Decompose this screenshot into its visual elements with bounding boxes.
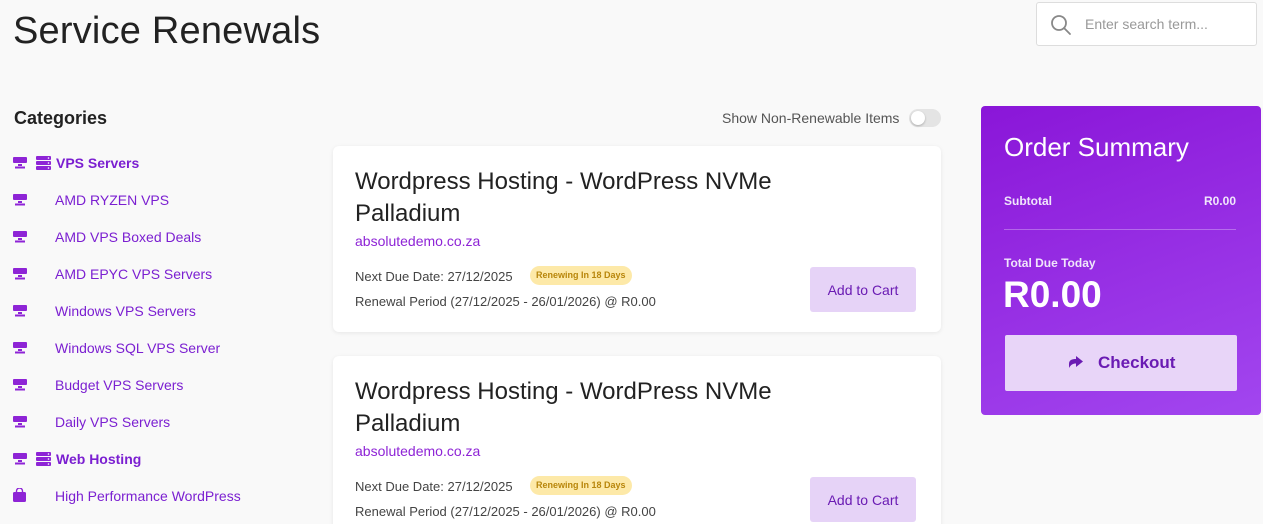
renewal-period: Renewal Period (27/12/2025 - 26/01/2026)… (355, 294, 656, 309)
show-non-renewable-toggle[interactable] (909, 109, 941, 127)
category-amd-epyc-vps-servers[interactable]: AMD EPYC VPS Servers (0, 256, 300, 293)
server-icon (13, 194, 27, 206)
category-label: AMD EPYC VPS Servers (55, 266, 213, 282)
category-label: Web Hosting (56, 451, 142, 467)
category-vps-servers[interactable]: VPS Servers (0, 145, 300, 182)
server-icon (13, 379, 27, 391)
order-summary-title: Order Summary (1004, 132, 1189, 162)
category-label: AMD VPS Boxed Deals (55, 229, 202, 245)
checkout-label: Checkout (1098, 353, 1176, 372)
order-summary-panel: Order Summary Subtotal R0.00 Total Due T… (981, 106, 1261, 415)
renewal-period: Renewal Period (27/12/2025 - 26/01/2026)… (355, 504, 656, 519)
category-high-performance-wordpress[interactable]: High Performance WordPress (0, 478, 300, 515)
server-icon (13, 157, 27, 169)
renewal-status-badge: Renewing In 18 Days (530, 476, 632, 495)
category-daily-vps-servers[interactable]: Daily VPS Servers (0, 404, 300, 441)
category-label: High Performance WordPress (55, 488, 241, 504)
subtotal-label: Subtotal (1004, 194, 1052, 208)
shopping-bag-icon (13, 488, 26, 502)
total-due-value: R0.00 (1003, 274, 1102, 315)
add-to-cart-button[interactable]: Add to Cart (810, 477, 916, 522)
arrow-right-icon (1069, 356, 1083, 368)
category-label: Daily VPS Servers (55, 414, 171, 430)
service-domain: absolutedemo.co.za (355, 233, 481, 249)
category-label: VPS Servers (56, 155, 140, 171)
category-amd-vps-boxed-deals[interactable]: AMD VPS Boxed Deals (0, 219, 300, 256)
category-label: AMD RYZEN VPS (55, 192, 170, 208)
service-domain: absolutedemo.co.za (355, 443, 481, 459)
renewal-card: Wordpress Hosting - WordPress NVMe Palla… (333, 356, 941, 524)
server-stack-icon (36, 156, 51, 170)
server-icon (13, 453, 27, 465)
subtotal-value: R0.00 (1203, 194, 1236, 208)
search-icon (1051, 15, 1071, 35)
category-label: Windows SQL VPS Server (55, 340, 221, 356)
total-due-label: Total Due Today (1004, 256, 1096, 270)
server-stack-icon (36, 452, 51, 466)
renewal-card: Wordpress Hosting - WordPress NVMe Palla… (333, 146, 941, 332)
server-icon (13, 342, 27, 354)
summary-divider (1004, 229, 1236, 230)
page: Service Renewals Categories VPS Servers … (0, 0, 1263, 524)
category-web-hosting[interactable]: Web Hosting (0, 441, 300, 478)
category-label: Windows VPS Servers (55, 303, 196, 319)
search-input[interactable] (1085, 11, 1250, 37)
category-windows-sql-vps-server[interactable]: Windows SQL VPS Server (0, 330, 300, 367)
checkout-button[interactable]: Checkout (1005, 335, 1237, 391)
renewal-status-badge: Renewing In 18 Days (530, 266, 632, 285)
server-icon (13, 231, 27, 243)
toggle-knob (911, 111, 925, 125)
server-icon (13, 305, 27, 317)
service-title: Wordpress Hosting - WordPress NVMe Palla… (355, 168, 772, 227)
service-title: Wordpress Hosting - WordPress NVMe Palla… (355, 378, 772, 437)
non-renewable-toggle-row: Show Non-Renewable Items (722, 108, 942, 128)
search-box[interactable] (1036, 2, 1257, 46)
category-windows-vps-servers[interactable]: Windows VPS Servers (0, 293, 300, 330)
add-to-cart-button[interactable]: Add to Cart (810, 267, 916, 312)
next-due-date: Next Due Date: 27/12/2025 (355, 479, 513, 494)
next-due-date: Next Due Date: 27/12/2025 (355, 269, 513, 284)
category-amd-ryzen-vps[interactable]: AMD RYZEN VPS (0, 182, 300, 219)
category-budget-vps-servers[interactable]: Budget VPS Servers (0, 367, 300, 404)
category-label: Budget VPS Servers (55, 377, 184, 393)
page-title: Service Renewals (13, 10, 321, 52)
server-icon (13, 416, 27, 428)
categories-heading: Categories (14, 108, 108, 128)
server-icon (13, 268, 27, 280)
toggle-label: Show Non-Renewable Items (722, 110, 900, 126)
